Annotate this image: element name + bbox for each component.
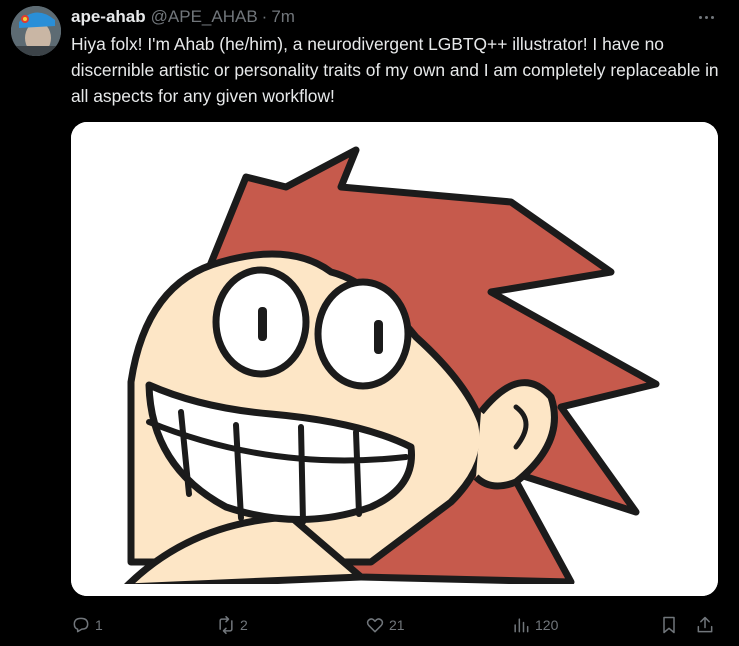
views-icon [514, 618, 529, 633]
more-icon[interactable] [690, 6, 722, 28]
bookmark-button[interactable] [659, 612, 679, 638]
author-handle[interactable]: @APE_AHAB [151, 7, 258, 27]
views-button[interactable]: 120 [511, 612, 558, 638]
action-bar: 1 2 21 120 [71, 612, 731, 638]
reply-count: 1 [95, 617, 103, 633]
timestamp[interactable]: 7m [271, 7, 295, 27]
tweet-header: ape-ahab @APE_AHAB · 7m [71, 6, 295, 28]
repost-count: 2 [240, 617, 248, 633]
bookmark-icon [663, 616, 675, 634]
views-count: 120 [535, 617, 559, 633]
tweet-image[interactable] [71, 122, 718, 596]
tweet-text: Hiya folx! I'm Ahab (he/him), a neurodiv… [71, 34, 719, 106]
like-count: 21 [389, 617, 405, 633]
tweet[interactable]: ape-ahab @APE_AHAB · 7m Hiya folx! I'm A… [0, 0, 739, 646]
repost-button[interactable]: 2 [216, 612, 248, 638]
reply-icon [73, 617, 89, 633]
heart-icon [366, 618, 384, 633]
like-button[interactable]: 21 [365, 612, 405, 638]
share-button[interactable] [695, 612, 715, 638]
reply-button[interactable]: 1 [71, 612, 103, 638]
author-name[interactable]: ape-ahab [71, 7, 146, 27]
avatar-image [11, 6, 61, 56]
separator-dot: · [261, 7, 268, 26]
cartoon-illustration [71, 122, 718, 596]
share-icon [697, 616, 713, 633]
avatar[interactable] [11, 6, 61, 56]
repost-icon [219, 615, 233, 635]
